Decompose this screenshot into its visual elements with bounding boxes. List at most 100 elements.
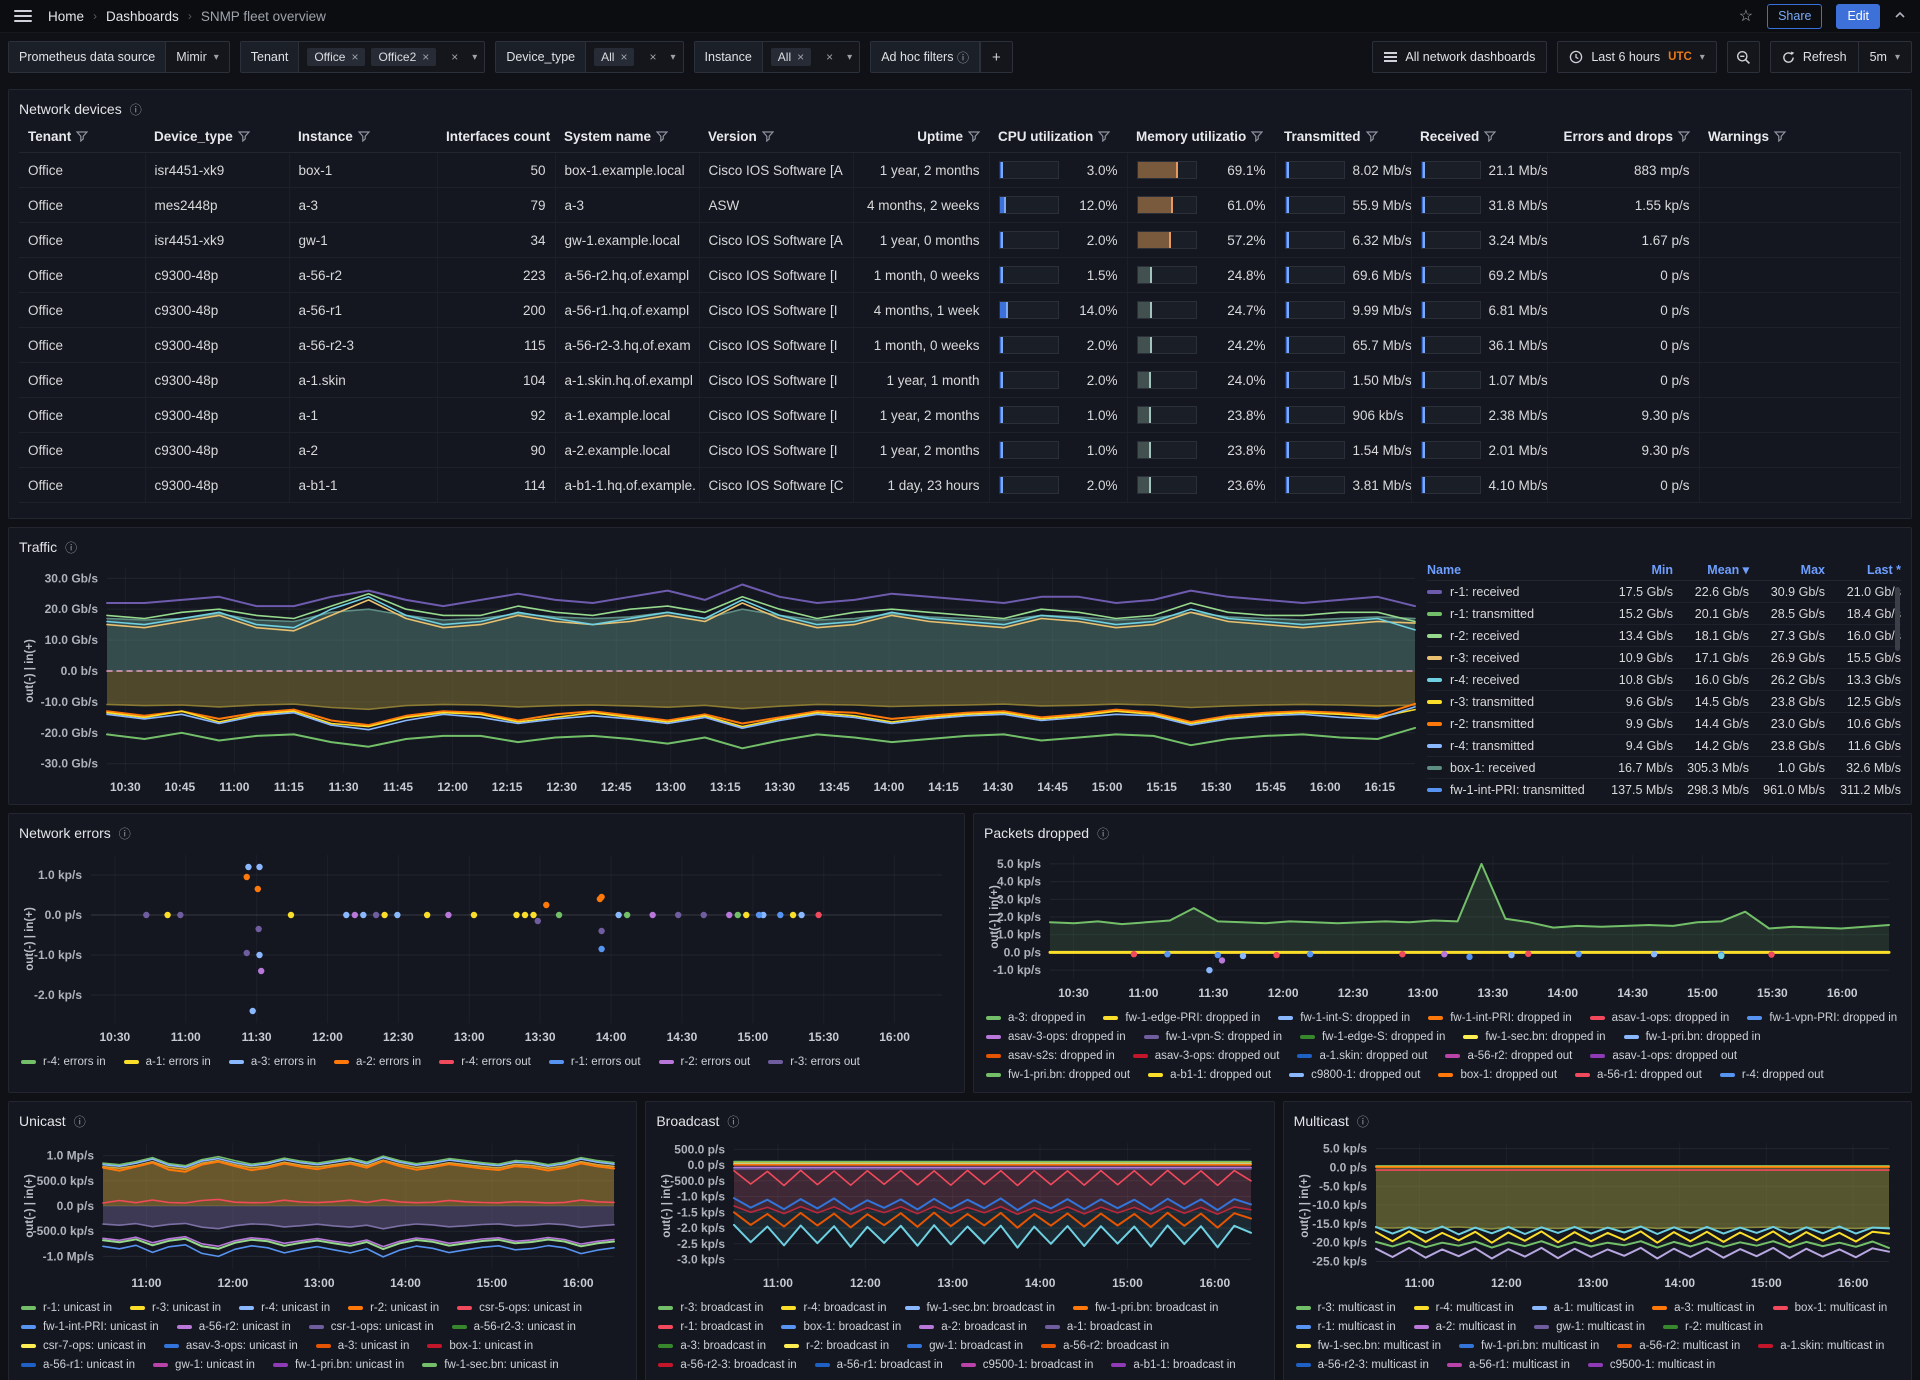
legend-item[interactable]: r-2: errors out — [659, 1056, 751, 1068]
legend-item[interactable]: a-56-r2-3: broadcast in — [658, 1359, 796, 1371]
legend-item[interactable]: fw-1-int-S: dropped in — [1278, 1012, 1410, 1024]
tenant-link[interactable]: Office — [19, 328, 145, 363]
legend-column-header[interactable]: Max — [1749, 563, 1825, 577]
legend-item[interactable]: a-1: errors in — [124, 1056, 211, 1068]
clear-icon[interactable]: × — [819, 42, 840, 72]
multicast-chart[interactable]: 5.0 kp/s0.0 p/s-5.0 kp/s-10.0 kp/s-15.0 … — [1294, 1133, 1901, 1298]
remove-chip-icon[interactable]: × — [620, 50, 627, 64]
filter-icon[interactable] — [1251, 131, 1263, 142]
legend-item[interactable]: box-1: dropped out — [1438, 1069, 1557, 1081]
menu-icon[interactable] — [14, 10, 32, 22]
packets-dropped-chart[interactable]: 5.0 kp/s4.0 kp/s3.0 kp/s2.0 kp/s1.0 kp/s… — [984, 845, 1901, 1008]
remove-chip-icon[interactable]: × — [351, 50, 358, 64]
chevron-down-icon[interactable]: ▾ — [465, 42, 484, 72]
legend-item[interactable]: r-1: unicast in — [21, 1302, 112, 1314]
time-range-picker[interactable]: Last 6 hours UTC ▾ — [1557, 41, 1716, 73]
legend-item[interactable]: gw-1: broadcast in — [907, 1340, 1023, 1352]
panel-title[interactable]: Traffic — [19, 539, 57, 555]
legend-table-row[interactable]: box-1: received16.7 Mb/s305.3 Mb/s1.0 Gb… — [1427, 757, 1901, 779]
filter-chip[interactable]: All× — [594, 48, 634, 66]
legend-item[interactable]: r-2: multicast in — [1663, 1321, 1763, 1333]
device-type-link[interactable]: c9300-48p — [145, 433, 289, 468]
legend-item[interactable]: a-3: dropped in — [986, 1012, 1085, 1024]
legend-item[interactable]: r-1: multicast in — [1296, 1321, 1396, 1333]
tenant-link[interactable]: Office — [19, 293, 145, 328]
filter-icon[interactable] — [656, 131, 668, 142]
instance-link[interactable]: a-56-r2 — [289, 258, 437, 293]
filter-icon[interactable] — [358, 131, 370, 142]
share-button[interactable]: Share — [1767, 4, 1822, 29]
device-type-link[interactable]: mes2448p — [145, 188, 289, 223]
column-header[interactable]: Interfaces count — [437, 121, 555, 153]
column-header[interactable]: Errors and drops — [1547, 121, 1699, 153]
column-header[interactable]: CPU utilization — [989, 121, 1127, 153]
legend-item[interactable]: r-1: errors out — [549, 1056, 641, 1068]
info-icon[interactable]: ⓘ — [727, 1113, 739, 1130]
legend-item[interactable]: a-2: errors in — [334, 1056, 421, 1068]
instance-link[interactable]: a-3 — [289, 188, 437, 223]
legend-item[interactable]: r-2: unicast in — [348, 1302, 439, 1314]
clear-icon[interactable]: × — [444, 42, 465, 72]
legend-item[interactable]: a-2: broadcast in — [919, 1321, 1027, 1333]
instance-link[interactable]: a-56-r2-3 — [289, 328, 437, 363]
legend-table-row[interactable]: r-3: received10.9 Gb/s17.1 Gb/s26.9 Gb/s… — [1427, 647, 1901, 669]
column-header[interactable]: Transmitted — [1275, 121, 1411, 153]
legend-item[interactable]: a-b1-1: dropped out — [1148, 1069, 1271, 1081]
info-icon[interactable]: ⓘ — [74, 1113, 86, 1130]
breadcrumb-home[interactable]: Home — [48, 9, 84, 24]
legend-item[interactable]: r-3: multicast in — [1296, 1302, 1396, 1314]
legend-column-header[interactable]: Name — [1427, 563, 1597, 577]
legend-item[interactable]: a-56-r2-3: unicast in — [452, 1321, 576, 1333]
legend-item[interactable]: a-3: broadcast in — [658, 1340, 766, 1352]
legend-item[interactable]: c9500-1: multicast in — [1588, 1359, 1715, 1371]
column-header[interactable]: Warnings — [1699, 121, 1901, 153]
legend-item[interactable]: asav-1-ops: dropped in — [1590, 1012, 1730, 1024]
edit-button[interactable]: Edit — [1836, 4, 1880, 29]
legend-item[interactable]: asav-3-ops: dropped out — [1133, 1050, 1280, 1062]
tenant-link[interactable]: Office — [19, 153, 145, 188]
instance-link[interactable]: gw-1 — [289, 223, 437, 258]
legend-item[interactable]: r-3: broadcast in — [658, 1302, 763, 1314]
tenant-link[interactable]: Office — [19, 363, 145, 398]
column-header[interactable]: Memory utilizatio — [1127, 121, 1275, 153]
legend-table-row[interactable]: r-1: transmitted15.2 Gb/s20.1 Gb/s28.5 G… — [1427, 603, 1901, 625]
legend-item[interactable]: r-3: unicast in — [130, 1302, 221, 1314]
legend-item[interactable]: fw-1-sec.bn: broadcast in — [905, 1302, 1055, 1314]
legend-item[interactable]: gw-1: unicast in — [153, 1359, 255, 1371]
info-icon[interactable]: ⓘ — [1357, 1113, 1369, 1130]
column-header[interactable]: Version — [699, 121, 853, 153]
chevron-down-icon[interactable]: ▾ — [840, 42, 859, 72]
breadcrumb-dashboards[interactable]: Dashboards — [106, 9, 179, 24]
legend-item[interactable]: a-3: unicast in — [316, 1340, 410, 1352]
panel-title[interactable]: Packets dropped — [984, 825, 1089, 841]
traffic-chart[interactable]: 30.0 Gb/s20.0 Gb/s10.0 Gb/s0.0 b/s-10.0 … — [19, 559, 1427, 802]
legend-item[interactable]: box-1: broadcast in — [781, 1321, 901, 1333]
legend-item[interactable]: a-56-r2: broadcast in — [1041, 1340, 1169, 1352]
panel-title[interactable]: Broadcast — [656, 1113, 719, 1129]
legend-table-row[interactable]: r-4: transmitted9.4 Gb/s14.2 Gb/s23.8 Gb… — [1427, 735, 1901, 757]
legend-item[interactable]: r-4: dropped out — [1720, 1069, 1824, 1081]
column-header[interactable]: Received — [1411, 121, 1547, 153]
legend-item[interactable]: asav-3-ops: unicast in — [164, 1340, 298, 1352]
device-type-link[interactable]: c9300-48p — [145, 398, 289, 433]
scrollbar[interactable] — [1895, 587, 1900, 651]
legend-item[interactable]: fw-1-edge-PRI: dropped in — [1103, 1012, 1260, 1024]
legend-item[interactable]: asav-1-ops: dropped out — [1590, 1050, 1737, 1062]
legend-item[interactable]: fw-1-sec.bn: multicast in — [1296, 1340, 1441, 1352]
panel-title[interactable]: Unicast — [19, 1113, 66, 1129]
legend-item[interactable]: a-56-r1: dropped out — [1575, 1069, 1702, 1081]
legend-item[interactable]: fw-1-sec.bn: unicast in — [422, 1359, 558, 1371]
legend-item[interactable]: gw-1: multicast in — [1534, 1321, 1645, 1333]
remove-chip-icon[interactable]: × — [797, 50, 804, 64]
legend-item[interactable]: fw-1-vpn-PRI: dropped in — [1747, 1012, 1897, 1024]
legend-item[interactable]: fw-1-pri.bn: broadcast in — [1073, 1302, 1218, 1314]
legend-item[interactable]: r-4: unicast in — [239, 1302, 330, 1314]
legend-item[interactable]: a-56-r2: dropped out — [1445, 1050, 1572, 1062]
legend-item[interactable]: r-4: errors out — [439, 1056, 531, 1068]
network-errors-chart[interactable]: 1.0 kp/s0.0 p/s-1.0 kp/s-2.0 kp/s10:3011… — [19, 845, 954, 1052]
legend-item[interactable]: asav-s2s: dropped in — [986, 1050, 1115, 1062]
filter-icon[interactable] — [1484, 131, 1496, 142]
star-icon[interactable]: ☆ — [1739, 6, 1753, 26]
filter-chip[interactable]: All× — [771, 48, 811, 66]
filter-icon[interactable] — [1366, 131, 1378, 142]
